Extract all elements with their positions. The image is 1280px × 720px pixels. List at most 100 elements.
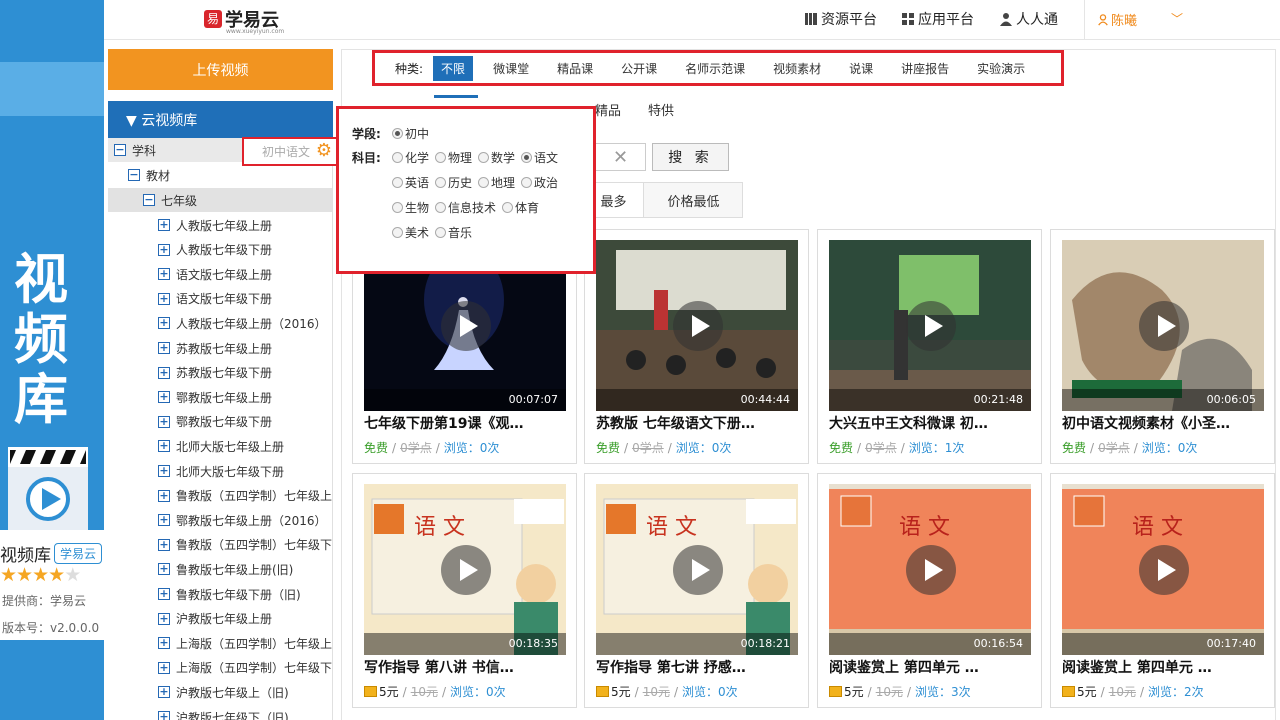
play-icon[interactable] [1139, 545, 1189, 595]
video-title[interactable]: 写作指导 第七讲 抒感… [596, 657, 806, 677]
play-icon[interactable] [906, 545, 956, 595]
video-card[interactable]: 语 文 00:17:40 阅读鉴赏上 第四单元 … 5元/10元 / 浏览：2次 [1050, 473, 1275, 708]
video-card[interactable]: 00:21:48 大兴五中王文科微课 初… 免费/0学点 / 浏览：1次 [817, 229, 1042, 464]
expand-icon[interactable]: + [158, 612, 170, 625]
expand-icon[interactable]: + [158, 661, 170, 674]
tree-node-book[interactable]: + 北师大版七年级上册 [158, 434, 284, 458]
nav-app-platform[interactable]: 应用平台 [901, 9, 974, 29]
tree-node-book[interactable]: + 沪教版七年级上册 [158, 607, 272, 631]
tree-node-book[interactable]: + 鄂教版七年级上册（2016） [158, 508, 327, 532]
collapse-icon[interactable]: − [143, 194, 155, 206]
video-thumbnail[interactable]: 00:21:48 [829, 240, 1031, 411]
filter-boutique[interactable]: 精品 [595, 100, 621, 119]
video-thumbnail[interactable]: 语 文 00:18:21 [596, 484, 798, 655]
expand-icon[interactable]: + [158, 588, 170, 600]
tree-node-book[interactable]: + 语文版七年级下册 [158, 287, 272, 311]
subject-option[interactable]: 物理 [435, 149, 472, 166]
expand-icon[interactable]: + [158, 514, 170, 527]
expand-icon[interactable]: + [158, 711, 170, 720]
video-card[interactable]: 语 文 00:18:35 写作指导 第八讲 书信… 5元/10元 / 浏览：0次 [352, 473, 577, 708]
subject-option[interactable]: 地理 [478, 174, 515, 191]
subject-option[interactable]: 政治 [521, 174, 558, 191]
subject-option[interactable]: 信息技术 [435, 199, 496, 216]
category-item[interactable]: 不限 [433, 55, 474, 81]
video-thumbnail[interactable]: 语 文 00:16:54 [829, 484, 1031, 655]
tree-node-book[interactable]: + 沪教版七年级上（旧) [158, 680, 289, 704]
expand-icon[interactable]: + [158, 686, 170, 699]
category-item[interactable]: 精品课 [549, 56, 601, 81]
tree-node-book[interactable]: + 沪教版七年级下（旧) [158, 705, 289, 720]
search-button[interactable]: 搜 索 [652, 143, 729, 171]
video-thumbnail[interactable]: 语 文 00:18:35 [364, 484, 566, 655]
video-title[interactable]: 初中语文视频素材《小圣… [1062, 413, 1272, 433]
gear-icon[interactable]: ⚙ [316, 142, 332, 160]
clear-search-icon[interactable]: ✕ [596, 143, 646, 171]
play-icon[interactable] [673, 301, 723, 351]
cloud-library-header[interactable]: ▼ 云视频库 [108, 101, 333, 138]
expand-icon[interactable]: + [158, 538, 170, 551]
tree-node-book[interactable]: + 鲁教版七年级上册(旧) [158, 557, 293, 581]
tree-node-book[interactable]: + 北师大版七年级下册 [158, 459, 284, 483]
chevron-down-icon[interactable]: ﹀ [1171, 10, 1183, 27]
video-title[interactable]: 阅读鉴赏上 第四单元 … [829, 657, 1039, 677]
subject-filter-selector[interactable]: 初中语文 ⚙ [242, 137, 338, 166]
expand-icon[interactable]: + [158, 489, 170, 502]
expand-icon[interactable]: + [158, 219, 170, 231]
expand-icon[interactable]: + [158, 268, 170, 281]
category-item[interactable]: 实验演示 [969, 56, 1033, 81]
category-item[interactable]: 名师示范课 [677, 56, 753, 81]
video-card[interactable]: 语 文 00:16:54 阅读鉴赏上 第四单元 … 5元/10元 / 浏览：3次 [817, 473, 1042, 708]
video-title[interactable]: 大兴五中王文科微课 初… [829, 413, 1039, 433]
play-icon[interactable] [673, 545, 723, 595]
category-item[interactable]: 公开课 [613, 56, 665, 81]
collapse-icon[interactable]: − [114, 144, 126, 156]
tree-node-textbook[interactable]: − 教材 [128, 163, 170, 187]
subject-option[interactable]: 生物 [392, 199, 429, 216]
sort-price-low-button[interactable]: 价格最低 [644, 183, 743, 217]
collapse-icon[interactable]: − [128, 169, 140, 181]
expand-icon[interactable]: + [158, 342, 170, 354]
video-thumbnail[interactable]: 00:06:05 [1062, 240, 1264, 411]
play-icon[interactable] [906, 301, 956, 351]
tree-node-book[interactable]: + 人教版七年级下册 [158, 238, 272, 262]
tree-node-book[interactable]: + 人教版七年级上册（2016） [158, 311, 327, 335]
video-title[interactable]: 阅读鉴赏上 第四单元 … [1062, 657, 1272, 677]
tree-node-book[interactable]: + 语文版七年级上册 [158, 262, 272, 286]
video-title[interactable]: 七年级下册第19课《观… [364, 413, 574, 433]
nav-resource-platform[interactable]: 资源平台 [804, 9, 877, 29]
tree-node-book[interactable]: + 苏教版七年级上册 [158, 336, 272, 360]
play-icon[interactable] [441, 545, 491, 595]
logo[interactable]: 易 学易云 www.xueyiyun.com [204, 4, 284, 35]
video-thumbnail[interactable]: 语 文 00:17:40 [1062, 484, 1264, 655]
subject-option[interactable]: 语文 [521, 149, 558, 166]
subject-option[interactable]: 英语 [392, 174, 429, 191]
expand-icon[interactable]: + [158, 465, 170, 477]
video-card[interactable]: 语 文 00:18:21 写作指导 第七讲 抒感… 5元/10元 / 浏览：0次 [584, 473, 809, 708]
expand-icon[interactable]: + [158, 292, 170, 305]
video-title[interactable]: 写作指导 第八讲 书信… [364, 657, 574, 677]
expand-icon[interactable]: + [158, 391, 170, 404]
tree-node-book[interactable]: + 鲁教版（五四学制）七年级下 [158, 533, 332, 557]
play-icon[interactable] [1139, 301, 1189, 351]
tree-node-book[interactable]: + 鄂教版七年级上册 [158, 385, 272, 409]
category-item[interactable]: 视频素材 [765, 56, 829, 81]
tree-node-book[interactable]: + 鄂教版七年级下册 [158, 410, 272, 434]
subject-option[interactable]: 化学 [392, 149, 429, 166]
tree-node-book[interactable]: + 鲁教版（五四学制）七年级上 [158, 484, 332, 508]
expand-icon[interactable]: + [158, 243, 170, 256]
video-card[interactable]: 00:44:44 苏教版 七年级语文下册… 免费/0学点 / 浏览：0次 [584, 229, 809, 464]
filter-special-supply[interactable]: 特供 [648, 100, 674, 119]
category-item[interactable]: 说课 [841, 56, 881, 81]
category-item[interactable]: 微课堂 [485, 56, 537, 81]
expand-icon[interactable]: + [158, 440, 170, 453]
tree-node-grade[interactable]: − 七年级 [108, 188, 332, 212]
play-icon[interactable] [441, 301, 491, 351]
tree-node-book[interactable]: + 上海版（五四学制）七年级上 [158, 631, 332, 655]
subject-option[interactable]: 历史 [435, 174, 472, 191]
stage-option-junior[interactable]: 初中 [392, 125, 429, 142]
subject-option[interactable]: 体育 [502, 199, 539, 216]
video-title[interactable]: 苏教版 七年级语文下册… [596, 413, 806, 433]
tree-node-book[interactable]: + 上海版（五四学制）七年级下 [158, 656, 332, 680]
expand-icon[interactable]: + [158, 563, 170, 576]
expand-icon[interactable]: + [158, 637, 170, 650]
